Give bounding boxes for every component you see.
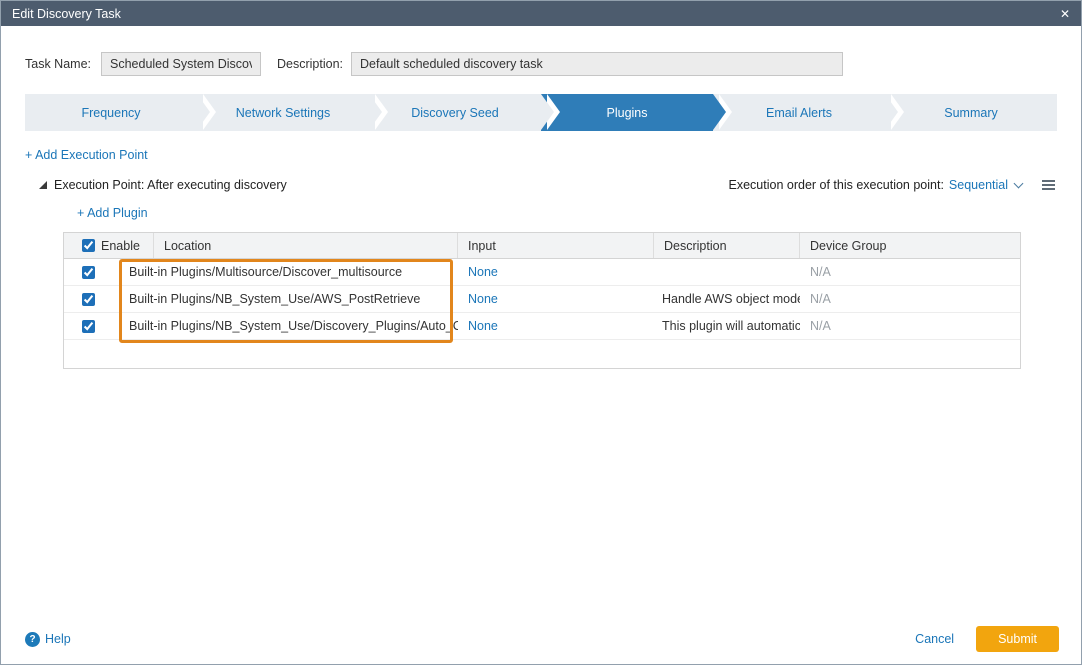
- header-device-group: Device Group: [800, 233, 1020, 258]
- dialog-footer: ? Help Cancel Submit: [25, 626, 1059, 652]
- help-label: Help: [45, 632, 71, 646]
- header-input: Input: [458, 233, 654, 258]
- execution-order-value[interactable]: Sequential: [949, 178, 1008, 192]
- table-row: Built-in Plugins/NB_System_Use/AWS_PostR…: [64, 286, 1020, 313]
- execution-point-header: Execution Point: After executing discove…: [39, 178, 1057, 192]
- plugin-device-group: N/A: [800, 319, 1020, 333]
- plugin-table: Enable Location Input Description Device…: [63, 232, 1021, 369]
- row-checkbox-cell: [64, 320, 120, 333]
- plugin-input-link[interactable]: None: [458, 319, 654, 333]
- plugin-location: Built-in Plugins/NB_System_Use/AWS_PostR…: [120, 292, 458, 306]
- plugin-input-link[interactable]: None: [458, 292, 654, 306]
- edit-discovery-task-dialog: Edit Discovery Task ✕ Task Name: Descrip…: [0, 0, 1082, 665]
- add-execution-point-link[interactable]: + Add Execution Point: [25, 148, 148, 162]
- cancel-button[interactable]: Cancel: [915, 632, 954, 646]
- submit-button[interactable]: Submit: [976, 626, 1059, 652]
- plugin-location: Built-in Plugins/Multisource/Discover_mu…: [120, 265, 458, 279]
- task-name-input[interactable]: [101, 52, 261, 76]
- table-row: Built-in Plugins/NB_System_Use/Discovery…: [64, 313, 1020, 340]
- plugin-description: This plugin will automatic...: [654, 319, 800, 333]
- tab-email-alerts[interactable]: Email Alerts: [713, 94, 885, 131]
- plugin-location: Built-in Plugins/NB_System_Use/Discovery…: [120, 319, 458, 333]
- tab-discovery-seed[interactable]: Discovery Seed: [369, 94, 541, 131]
- description-label: Description:: [277, 57, 343, 71]
- footer-actions: Cancel Submit: [915, 626, 1059, 652]
- plugin-description: Handle AWS object mode...: [654, 292, 800, 306]
- menu-icon[interactable]: [1042, 184, 1055, 186]
- dialog-titlebar: Edit Discovery Task ✕: [1, 1, 1081, 26]
- plugin-device-group: N/A: [800, 292, 1020, 306]
- row-checkbox-cell: [64, 293, 120, 306]
- task-form-row: Task Name: Description:: [25, 52, 1057, 76]
- task-name-label: Task Name:: [25, 57, 91, 71]
- help-icon: ?: [25, 632, 40, 647]
- wizard-tabs: Frequency Network Settings Discovery See…: [25, 94, 1057, 131]
- execution-order-label: Execution order of this execution point:: [729, 178, 944, 192]
- header-enable: Enable: [64, 233, 154, 258]
- chevron-down-icon[interactable]: [1014, 179, 1024, 189]
- collapse-triangle-icon[interactable]: [39, 181, 47, 189]
- enable-checkbox[interactable]: [82, 293, 95, 306]
- execution-point-title: Execution Point: After executing discove…: [54, 178, 287, 192]
- close-icon[interactable]: ✕: [1060, 8, 1070, 20]
- help-link[interactable]: ? Help: [25, 632, 71, 647]
- add-plugin-link[interactable]: + Add Plugin: [77, 206, 148, 220]
- tab-network-settings[interactable]: Network Settings: [197, 94, 369, 131]
- table-row: Built-in Plugins/Multisource/Discover_mu…: [64, 259, 1020, 286]
- plugin-device-group: N/A: [800, 265, 1020, 279]
- enable-all-checkbox[interactable]: [82, 239, 95, 252]
- table-empty-area: [64, 340, 1020, 368]
- row-checkbox-cell: [64, 266, 120, 279]
- plugin-input-link[interactable]: None: [458, 265, 654, 279]
- tab-plugins[interactable]: Plugins: [541, 94, 713, 131]
- table-header-row: Enable Location Input Description Device…: [64, 233, 1020, 259]
- enable-checkbox[interactable]: [82, 266, 95, 279]
- header-location: Location: [154, 233, 458, 258]
- dialog-body: Task Name: Description: Frequency Networ…: [1, 52, 1081, 369]
- dialog-title: Edit Discovery Task: [12, 7, 121, 21]
- tab-frequency[interactable]: Frequency: [25, 94, 197, 131]
- header-description: Description: [654, 233, 800, 258]
- description-input[interactable]: [351, 52, 843, 76]
- tab-summary[interactable]: Summary: [885, 94, 1057, 131]
- enable-checkbox[interactable]: [82, 320, 95, 333]
